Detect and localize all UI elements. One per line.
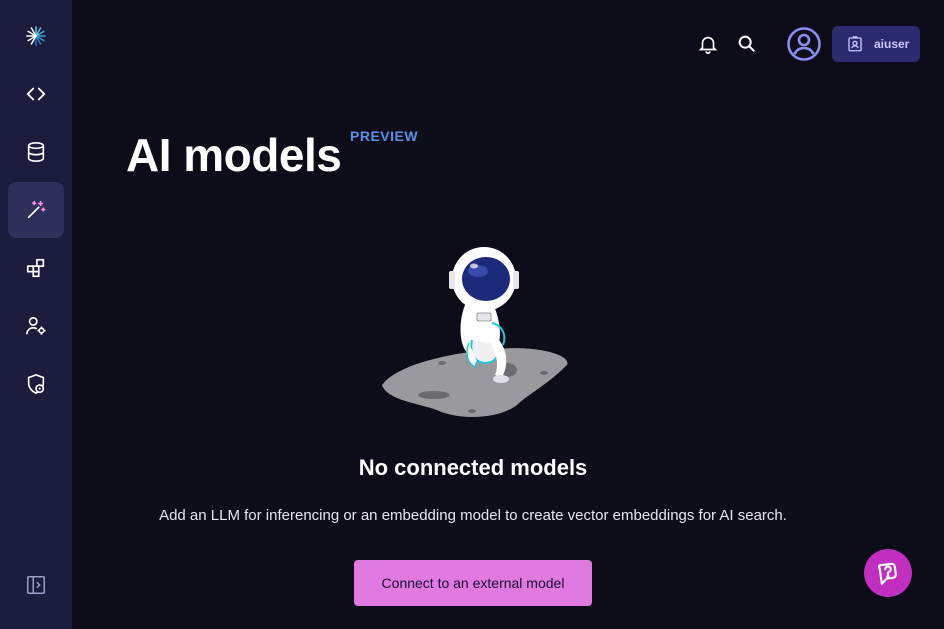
search-icon — [738, 35, 756, 53]
sidebar-collapse-icon — [27, 576, 45, 594]
main-content: aiuser AI models PREVIEW No connected mo… — [72, 0, 944, 629]
user-badge-button[interactable]: aiuser — [832, 26, 920, 62]
sidebar-item-user-settings[interactable] — [8, 298, 64, 354]
account-circle-icon — [787, 27, 821, 61]
sidebar-item-security[interactable] — [8, 356, 64, 412]
bell-icon — [698, 36, 718, 54]
code-icon — [26, 87, 46, 101]
notifications-button[interactable] — [696, 32, 720, 56]
sidebar-collapse-button[interactable] — [8, 557, 64, 613]
sidebar-item-ai-models[interactable] — [8, 182, 64, 238]
page-title: AI models — [126, 129, 342, 181]
blocks-icon — [26, 258, 45, 278]
database-icon — [27, 142, 45, 162]
badge-icon — [848, 36, 862, 52]
help-button[interactable] — [864, 549, 912, 597]
logo-icon[interactable] — [8, 8, 64, 64]
search-button[interactable] — [735, 32, 759, 56]
preview-badge: PREVIEW — [350, 128, 419, 144]
sidebar-item-database[interactable] — [8, 124, 64, 180]
empty-state-title: No connected models — [358, 455, 588, 480]
help-chat-icon — [877, 562, 897, 585]
sidebar-item-integrations[interactable] — [8, 240, 64, 296]
astronaut-illustration — [382, 247, 568, 417]
user-settings-icon — [26, 316, 46, 335]
connect-external-model-button[interactable]: Connect to an external model — [354, 560, 592, 606]
user-name: aiuser — [874, 37, 910, 51]
sidebar-item-code[interactable] — [8, 66, 64, 122]
shield-icon — [27, 373, 45, 395]
empty-state-description: Add an LLM for inferencing or an embeddi… — [159, 507, 787, 524]
sidebar — [0, 0, 72, 629]
magic-wand-icon — [27, 200, 46, 219]
account-button[interactable] — [786, 26, 822, 62]
logo-icon-svg — [26, 26, 46, 46]
